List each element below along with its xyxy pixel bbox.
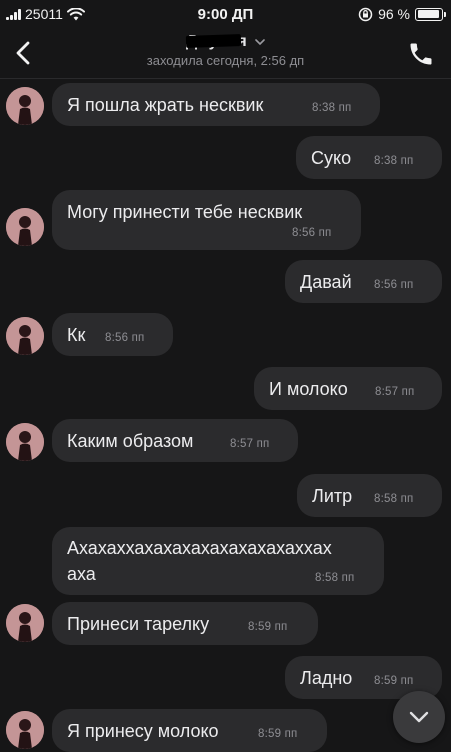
message-text: Я пошла жрать несквик: [67, 95, 264, 115]
battery-fill: [417, 10, 439, 18]
message-time: 8:38 пп: [312, 102, 352, 114]
phone-icon: [410, 43, 432, 65]
name-redaction: [185, 34, 241, 48]
chat-header: Джулия заходила сегодня, 2:56 дп: [0, 30, 451, 79]
status-bar: 25011 9:00 ДП 96 %: [0, 0, 451, 30]
message-text: Каким образом: [67, 431, 194, 451]
chevron-down-icon: [409, 711, 429, 723]
contact-name: Джулия: [185, 32, 247, 52]
message-bubble-incoming[interactable]: Каким образом 8:57 пп: [52, 419, 298, 462]
message-text: Кк: [67, 325, 86, 345]
chat-title[interactable]: Джулия заходила сегодня, 2:56 дп: [100, 32, 351, 68]
avatar[interactable]: [6, 87, 44, 125]
message-time: 8:58 пп: [315, 572, 355, 584]
avatar[interactable]: [6, 711, 44, 749]
message-time: 8:59 пп: [248, 621, 288, 633]
message-time: 8:57 пп: [230, 438, 270, 450]
battery-label: 96 %: [378, 6, 410, 22]
message-text-line2: аха: [67, 564, 96, 584]
message-text: Ладно: [300, 668, 353, 688]
message-time: 8:38 пп: [374, 155, 414, 167]
message-text: Давай: [300, 272, 352, 292]
message-text: Ахахаххахахахахахахахахаххах: [67, 538, 332, 558]
message-bubble-incoming[interactable]: Принеси тарелку 8:59 пп: [52, 602, 318, 645]
rotation-lock-icon: [358, 7, 373, 21]
message-bubble-outgoing[interactable]: Давай 8:56 пп: [285, 260, 442, 303]
message-time: 8:59 пп: [258, 728, 298, 740]
message-text: Принеси тарелку: [67, 614, 210, 634]
last-seen-status: заходила сегодня, 2:56 дп: [146, 53, 305, 68]
message-bubble-outgoing[interactable]: Литр 8:58 пп: [297, 474, 442, 517]
message-bubble-outgoing[interactable]: И молоко 8:57 пп: [254, 367, 442, 410]
message-time: 8:59 пп: [374, 675, 414, 687]
back-button[interactable]: [8, 36, 40, 70]
message-text: Я принесу молоко: [67, 721, 219, 741]
message-bubble-incoming[interactable]: Могу принести тебе несквик 8:56 пп: [52, 190, 361, 250]
message-text: Суко: [311, 148, 352, 168]
message-bubble-outgoing[interactable]: Суко 8:38 пп: [296, 136, 442, 179]
message-time: 8:58 пп: [374, 493, 414, 505]
scroll-to-bottom-button[interactable]: [393, 691, 445, 743]
chevron-down-icon: [255, 38, 265, 45]
message-list[interactable]: Я пошла жрать несквик 8:38 пп Суко 8:38 …: [0, 79, 451, 752]
avatar[interactable]: [6, 208, 44, 246]
message-text: Могу принести тебе несквик: [67, 202, 303, 222]
message-time: 8:56 пп: [374, 279, 414, 291]
call-button[interactable]: [407, 40, 435, 68]
chevron-left-icon: [16, 41, 30, 65]
status-right: 96 %: [358, 6, 446, 22]
message-bubble-incoming[interactable]: Я пошла жрать несквик 8:38 пп: [52, 83, 380, 126]
avatar[interactable]: [6, 604, 44, 642]
avatar[interactable]: [6, 423, 44, 461]
message-time: 8:57 пп: [375, 386, 415, 398]
avatar[interactable]: [6, 317, 44, 355]
battery-icon: [415, 7, 446, 21]
message-text: И молоко: [269, 379, 348, 399]
message-time: 8:56 пп: [105, 332, 145, 344]
message-bubble-incoming[interactable]: Кк 8:56 пп: [52, 313, 173, 356]
message-bubble-incoming[interactable]: Я принесу молоко 8:59 пп: [52, 709, 327, 752]
message-time: 8:56 пп: [292, 227, 332, 239]
message-bubble-incoming[interactable]: Ахахаххахахахахахахахахаххах аха 8:58 пп: [52, 527, 384, 595]
message-text: Литр: [312, 486, 353, 506]
